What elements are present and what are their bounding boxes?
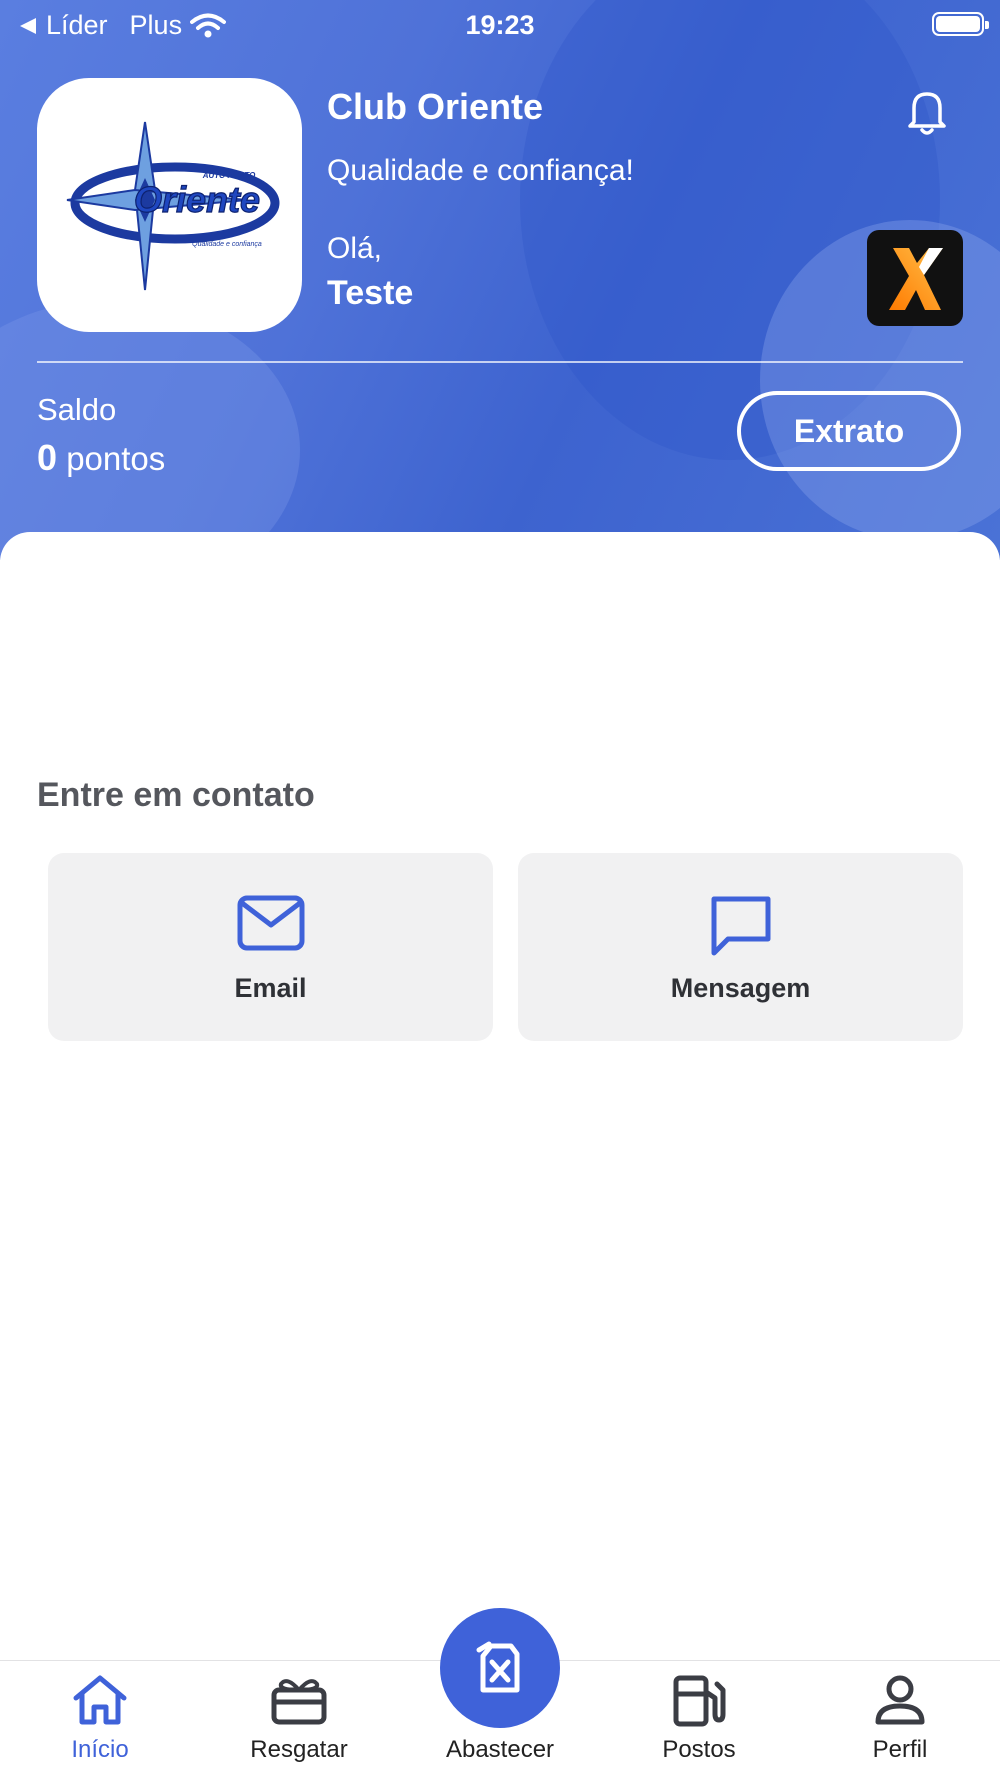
- contact-section-title: Entre em contato: [37, 776, 315, 814]
- tab-resgatar[interactable]: Resgatar: [219, 1660, 379, 1778]
- header-divider: [37, 361, 963, 363]
- gas-station-icon: [673, 1675, 726, 1727]
- battery-icon: [932, 12, 989, 36]
- greeting: Olá,: [327, 232, 383, 265]
- partner-app-badge[interactable]: [867, 230, 963, 326]
- tab-label: Início: [71, 1736, 129, 1763]
- x-logo-icon: [889, 248, 943, 310]
- clock: 19:23: [465, 10, 535, 40]
- tab-label: Perfil: [872, 1736, 928, 1763]
- background-decoration: [0, 300, 300, 560]
- club-logo: Oriente AUTO POSTO Qualidade e confiança: [37, 78, 302, 332]
- tab-postos[interactable]: Postos: [619, 1660, 779, 1778]
- user-name: Teste: [327, 274, 414, 312]
- club-slogan: Qualidade e confiança!: [327, 154, 634, 187]
- tab-inicio[interactable]: Início: [20, 1660, 180, 1778]
- points-unit: pontos: [66, 440, 166, 477]
- logo-tagline: Qualidade e confiança: [192, 241, 262, 248]
- tab-label: Postos: [662, 1736, 736, 1763]
- tab-label: Resgatar: [250, 1736, 348, 1763]
- bell-icon: [908, 92, 946, 135]
- logo-top-text: AUTO POSTO: [202, 171, 256, 180]
- message-contact-button[interactable]: Mensagem: [518, 853, 963, 1041]
- user-icon: [875, 1675, 925, 1725]
- home-icon: [73, 1675, 127, 1725]
- tab-label: Abastecer: [445, 1736, 555, 1763]
- message-icon: [711, 896, 770, 956]
- notifications-button[interactable]: [900, 84, 954, 138]
- content-sheet: [0, 532, 1000, 1778]
- points-amount: 0: [37, 437, 58, 478]
- statement-button[interactable]: Extrato: [737, 391, 961, 471]
- status-bar: Líder Plus 19:23: [0, 0, 1000, 50]
- email-label: Email: [234, 973, 307, 1003]
- tab-abastecer[interactable]: Abastecer: [420, 1660, 580, 1778]
- gift-icon: [271, 1679, 327, 1725]
- balance-value: 0 pontos: [37, 437, 165, 479]
- mail-icon: [237, 895, 304, 951]
- email-contact-button[interactable]: Email: [48, 853, 493, 1041]
- message-label: Mensagem: [670, 973, 811, 1003]
- balance-label: Saldo: [37, 392, 117, 427]
- club-name: Club Oriente: [327, 86, 544, 127]
- tab-perfil[interactable]: Perfil: [820, 1660, 980, 1778]
- logo-wordmark: Oriente: [134, 179, 260, 220]
